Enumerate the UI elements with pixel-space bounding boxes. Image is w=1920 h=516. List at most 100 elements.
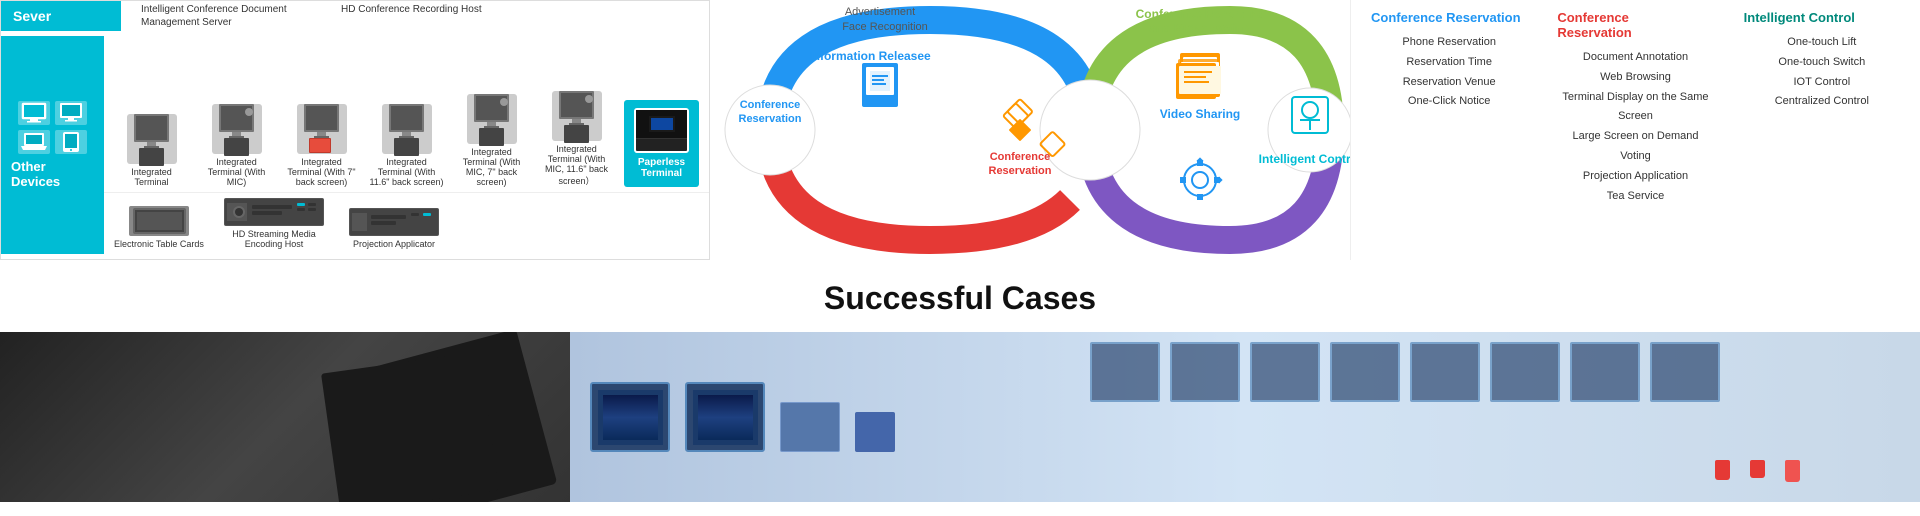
case-image-device: [0, 332, 570, 502]
screen-inner-2: [698, 395, 753, 440]
projection-applicator: Projection Applicator: [344, 208, 444, 249]
svg-text:and Broadcasting: and Broadcasting: [1149, 21, 1250, 35]
conference-monitor-1: [590, 382, 670, 452]
conf-reservation-title: Conference Reservation: [1371, 10, 1527, 25]
terminal-1: Integrated Terminal: [114, 114, 189, 187]
conference-monitor-2: [685, 382, 765, 452]
main-devices-grid: Integrated Terminal: [104, 36, 709, 254]
server-items: Intelligent Conference Document Manageme…: [121, 3, 502, 29]
svg-text:Conference Recording: Conference Recording: [1136, 7, 1265, 21]
other-devices-label: Other Devices: [11, 159, 94, 189]
terminal-row: Integrated Terminal: [104, 36, 709, 192]
electronic-table-cards: Electronic Table Cards: [114, 206, 204, 249]
devices-panel: Sever Intelligent Conference Document Ma…: [0, 0, 710, 260]
terminal-3-label: Integrated Terminal (With 7" back screen…: [284, 157, 359, 187]
terminal-4-label: Integrated Terminal (With 11.6" back scr…: [369, 157, 444, 187]
desk-item-1: [1715, 460, 1730, 480]
conf-detail-title: ConferenceReservation: [1557, 10, 1713, 40]
other-devices-col: Other Devices: [1, 36, 104, 254]
intel-item-3: IOT Control: [1744, 73, 1900, 93]
monitor-icon: [55, 101, 87, 125]
intel-item-4: Centralized Control: [1744, 92, 1900, 112]
bg-monitor-7: [1570, 342, 1640, 402]
screen-inner-1: [603, 395, 658, 440]
intel-item-2: One-touch Switch: [1744, 53, 1900, 73]
intelligent-list: One-touch Lift One-touch Switch IOT Cont…: [1744, 33, 1900, 112]
terminal-3-img: [297, 104, 347, 154]
projection-label: Projection Applicator: [353, 239, 435, 249]
paperless-screen: [636, 110, 687, 139]
right-panel: Conference Reservation Phone Reservation…: [1350, 0, 1920, 260]
diagram-panel: Conference Reservation Information Relea…: [710, 0, 1350, 260]
terminal-5: Integrated Terminal (With MIC, 7" back s…: [454, 94, 529, 187]
detail-item-7: Tea Service: [1557, 187, 1713, 207]
svg-text:Reservation: Reservation: [989, 165, 1052, 177]
conf-item-1: Phone Reservation: [1371, 33, 1527, 53]
detail-item-5: Voting: [1557, 147, 1713, 167]
svg-text:Intelligent Control: Intelligent Control: [1259, 152, 1350, 166]
terminal-5-img: [467, 94, 517, 144]
cases-images: [0, 332, 1920, 502]
cases-title: Successful Cases: [0, 280, 1920, 317]
encoding-host-img: [224, 198, 324, 226]
projection-img: [349, 208, 439, 236]
bg-monitor-8: [1650, 342, 1720, 402]
terminal-2: Integrated Terminal (With MIC): [199, 104, 274, 187]
intelligent-col: Intelligent Control One-touch Lift One-t…: [1744, 10, 1900, 250]
detail-item-2: Web Browsing: [1557, 68, 1713, 88]
computer-icon: [18, 101, 50, 125]
desk-items: [1715, 460, 1800, 482]
terminal-4-img: [382, 104, 432, 154]
table-card-img: [129, 206, 189, 236]
bg-monitor-3: [1250, 342, 1320, 402]
terminal-6-img: [552, 91, 602, 141]
laptop-icon: [18, 130, 50, 154]
svg-text:Advertisement: Advertisement: [845, 6, 915, 18]
bg-monitor-4: [1330, 342, 1400, 402]
bg-monitor-1: [1090, 342, 1160, 402]
svg-text:Information Releasee: Information Releasee: [809, 49, 931, 63]
svg-text:Conference: Conference: [990, 151, 1051, 163]
terminal-4: Integrated Terminal (With 11.6" back scr…: [369, 104, 444, 187]
paperless-terminal: Paperless Terminal: [624, 100, 699, 187]
conf-item-3: Reservation Venue: [1371, 73, 1527, 93]
bg-monitor-2: [1170, 342, 1240, 402]
terminal-2-label: Integrated Terminal (With MIC): [199, 157, 274, 187]
encoding-host-label: HD Streaming Media Encoding Host: [214, 229, 334, 249]
conf-detail-list: Document Annotation Web Browsing Termina…: [1557, 48, 1713, 206]
terminal-6: Integrated Terminal (With MIC, 11.6" bac…: [539, 91, 614, 187]
equipment-box-1: [780, 402, 840, 452]
detail-item-6: Projection Application: [1557, 167, 1713, 187]
conf-item-4: One-Click Notice: [1371, 92, 1527, 112]
encoding-host: HD Streaming Media Encoding Host: [214, 198, 334, 249]
other-devices-icons: [18, 101, 87, 154]
terminal-5-label: Integrated Terminal (With MIC, 7" back s…: [454, 147, 529, 187]
bg-monitor-5: [1410, 342, 1480, 402]
terminal-1-label: Integrated Terminal: [114, 167, 189, 187]
detail-item-3: Terminal Display on the Same Screen: [1557, 88, 1713, 128]
monitor-screen-1: [598, 390, 663, 445]
server-item-1: Intelligent Conference Document Manageme…: [141, 3, 301, 29]
feature-columns: Conference Reservation Phone Reservation…: [1371, 10, 1900, 250]
conf-reservation-col: Conference Reservation Phone Reservation…: [1371, 10, 1527, 250]
svg-text:Face Recognition: Face Recognition: [842, 21, 928, 33]
bg-monitors: [1090, 342, 1720, 402]
svg-text:Video Sharing: Video Sharing: [1160, 107, 1240, 121]
intel-item-1: One-touch Lift: [1744, 33, 1900, 53]
device-stand: [321, 352, 499, 502]
case-image-room: [570, 332, 1920, 502]
terminal-2-img: [212, 104, 262, 154]
svg-text:Reservation: Reservation: [739, 113, 802, 125]
detail-item-4: Large Screen on Demand: [1557, 127, 1713, 147]
svg-text:Conference: Conference: [740, 99, 801, 111]
terminal-3: Integrated Terminal (With 7" back screen…: [284, 104, 359, 187]
equipment-box-2: [855, 412, 895, 452]
conf-reservation-list: Phone Reservation Reservation Time Reser…: [1371, 33, 1527, 112]
tablet-icon: [55, 130, 87, 154]
paperless-label: Paperless Terminal: [630, 157, 693, 179]
monitor-row: [570, 372, 915, 462]
table-card-label: Electronic Table Cards: [114, 239, 204, 249]
cases-section: Successful Cases: [0, 260, 1920, 502]
server-item-2: HD Conference Recording Host: [341, 3, 482, 29]
detail-item-1: Document Annotation: [1557, 48, 1713, 68]
